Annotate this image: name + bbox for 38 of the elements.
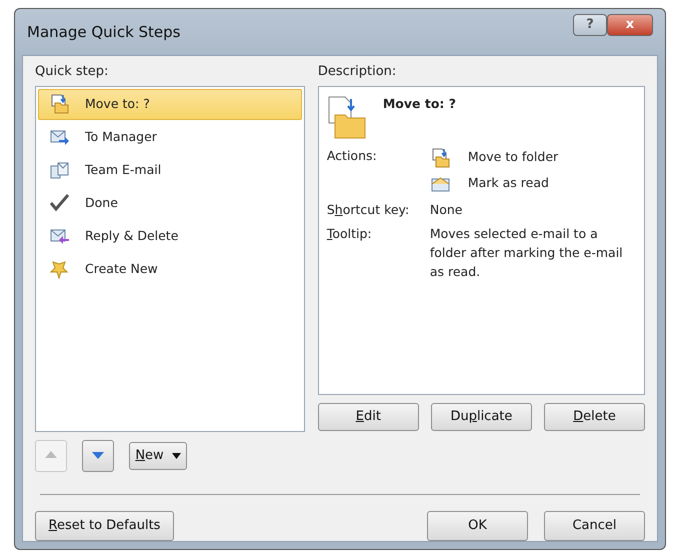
cancel-button[interactable]: Cancel [544,510,645,540]
caret-icon [172,452,181,458]
move-to-folder-icon [430,146,452,168]
tooltip-label: Tooltip: [326,225,373,244]
action-button[interactable]: Edit [318,402,419,430]
move-to-folder-icon [49,93,71,115]
tooltip-text: Moves selected e-mail to a folder after marking the e-mail as read. [430,225,624,281]
quick-step-title: Move to: ? [382,94,456,112]
quick-step-name: Move to: ? [85,94,150,113]
quick-step-item[interactable]: To Manager [38,122,302,152]
check-mark-icon [49,192,71,214]
quick-step-item[interactable]: Team E-mail [38,154,302,186]
quick-step-label: Quick step: [35,63,110,81]
ok-button[interactable]: OK [427,510,528,540]
move-to-folder-icon [326,94,367,138]
star-icon [49,258,71,280]
quick-step-name: Create New [85,260,158,278]
new-button[interactable]: New [129,442,187,470]
window-title: Manage Quick Steps [27,22,181,43]
action-name: Mark as read [468,174,549,192]
quick-step-name: Team E-mail [85,160,162,179]
shortcut-key-value: None [430,200,464,218]
quick-step-name: Reply & Delete [85,226,178,245]
actions-label: Actions: [326,146,378,164]
reset-to-defaults-button[interactable]: Reset to Defaults [35,510,174,540]
action-name: Move to folder [468,148,558,166]
quick-step-item[interactable]: Move to: ? [38,88,302,120]
action-button[interactable]: Duplicate [430,402,532,430]
action-button[interactable]: Delete [544,402,645,430]
quick-step-name: Done [85,194,118,212]
quick-step-name: To Manager [85,128,157,146]
quick-step-item[interactable]: Done [38,188,302,218]
quick-step-item[interactable]: Reply & Delete [38,220,302,252]
quick-step-item[interactable]: Create New [38,254,302,284]
shortcut-key-label: Shortcut key: [326,200,410,219]
help-button[interactable]: ? [573,14,607,36]
move-down-button[interactable] [82,440,114,472]
description-label: Description: [318,63,398,81]
